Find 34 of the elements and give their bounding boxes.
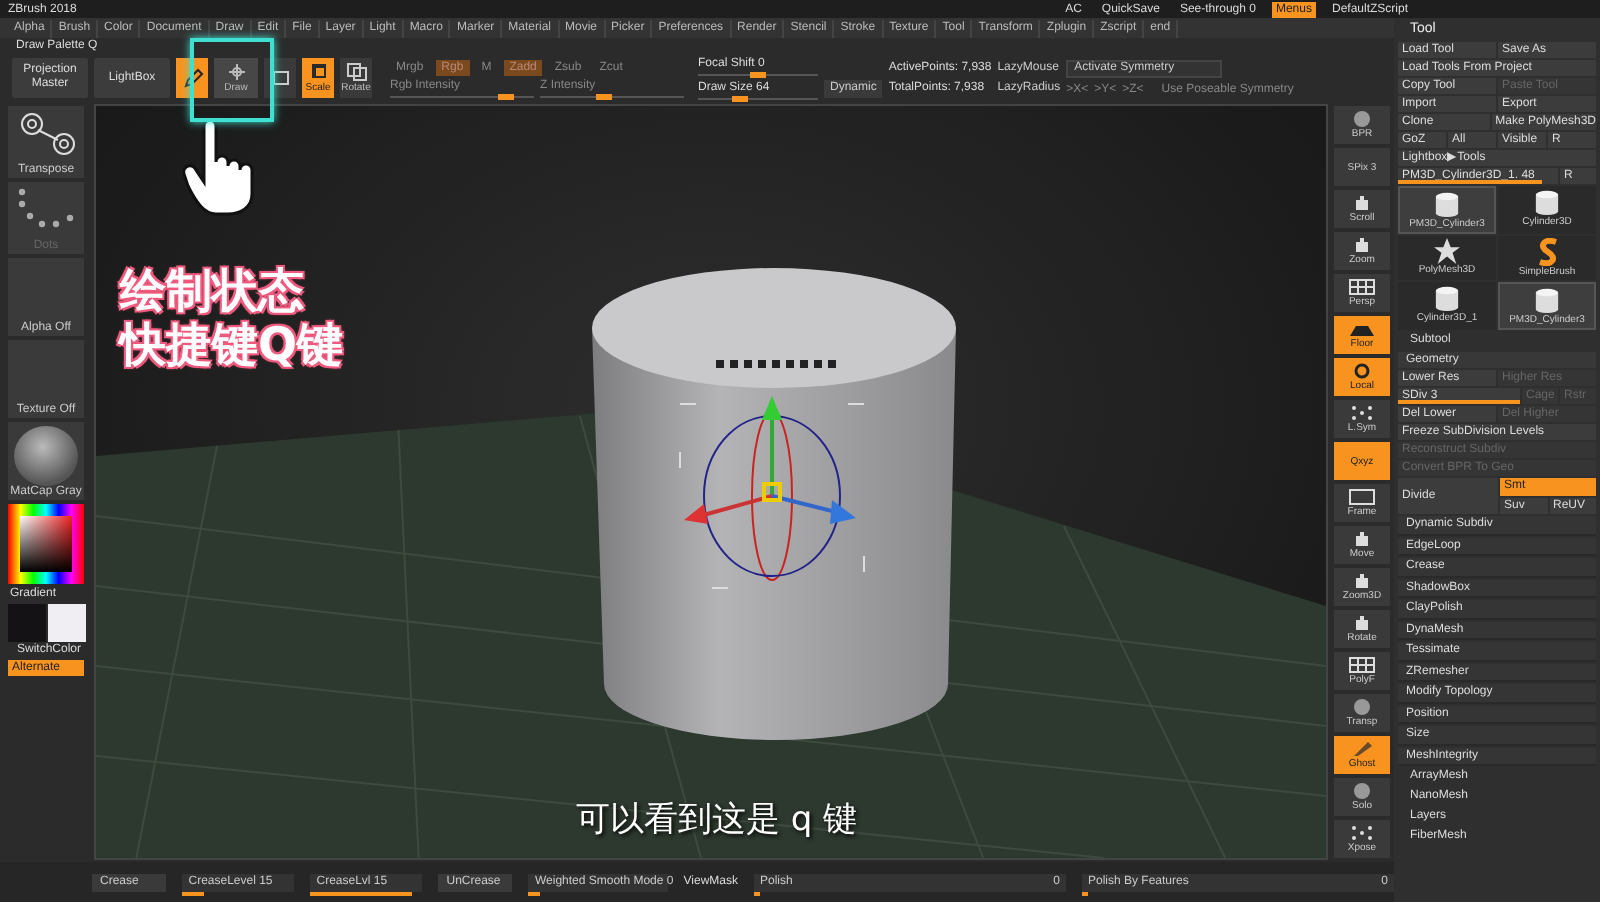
viewport[interactable]: 绘制状态 快捷键Q键 可以看到这是 q 键	[94, 104, 1328, 860]
sphere-icon	[14, 426, 78, 486]
draw-icon	[225, 62, 247, 82]
frame-icon	[1348, 488, 1376, 506]
highlight-frame	[190, 38, 274, 122]
grid-icon	[1348, 656, 1376, 674]
slider-thumb[interactable]	[732, 95, 748, 101]
annotation-text: 快捷键Q键	[120, 320, 344, 372]
cylinder-icon	[1434, 190, 1460, 218]
grid-icon	[1348, 278, 1376, 296]
slider-thumb[interactable]	[596, 93, 613, 99]
move-icon	[269, 68, 291, 88]
cylinder-icon	[1534, 286, 1560, 314]
cylinder-icon	[1434, 284, 1460, 312]
hand-cursor-icon	[180, 118, 260, 218]
sphere-icon	[1348, 110, 1376, 128]
cylinder-icon	[1534, 188, 1560, 216]
dots-icon	[1348, 404, 1376, 422]
floor-icon	[1348, 320, 1376, 338]
slider-thumb[interactable]	[497, 93, 514, 99]
sphere-icon	[1348, 698, 1376, 716]
color-picker[interactable]	[8, 504, 84, 584]
brush-swirl-icon	[1535, 238, 1559, 266]
color-swatch[interactable]	[7, 604, 45, 642]
slider-thumb[interactable]	[750, 71, 766, 77]
rotate-icon	[345, 62, 367, 82]
scale-icon	[307, 62, 329, 82]
pencil-icon	[181, 68, 203, 88]
subtitle: 可以看到这是 q 键	[576, 798, 858, 842]
star-icon	[1434, 238, 1460, 264]
color-swatch[interactable]	[47, 604, 85, 642]
sphere-icon	[1348, 782, 1376, 800]
dots-icon	[1348, 824, 1376, 842]
annotation-text: 绘制状态	[120, 266, 306, 318]
